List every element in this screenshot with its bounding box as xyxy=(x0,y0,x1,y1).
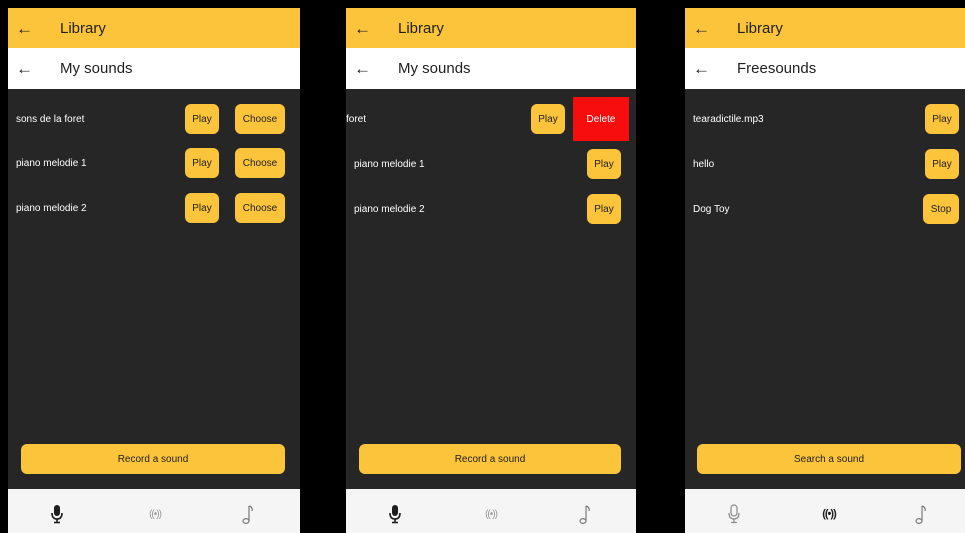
back-arrow-icon[interactable]: ← xyxy=(16,20,33,37)
choose-button[interactable]: Choose xyxy=(235,148,285,178)
sound-name: piano melodie 2 xyxy=(354,203,425,215)
music-note-icon xyxy=(579,505,590,525)
nav-waves[interactable]: ((•)) xyxy=(814,503,844,525)
play-button[interactable]: Play xyxy=(531,104,565,134)
header-title: Library xyxy=(737,19,783,37)
search-sound-button[interactable]: Search a sound xyxy=(697,444,961,474)
sound-name: piano melodie 1 xyxy=(16,157,87,169)
screen-my-sounds-swipe: ← Library ← My sounds foret Play Delete … xyxy=(346,8,636,533)
broadcast-icon: ((•)) xyxy=(149,508,162,520)
back-arrow-icon[interactable]: ← xyxy=(354,20,371,37)
library-header: ← Library xyxy=(8,8,300,48)
list-item: piano melodie 1 Play Choose xyxy=(8,148,300,178)
list-item: sons de la foret Play Choose xyxy=(8,104,300,134)
back-arrow-icon[interactable]: ← xyxy=(693,60,710,77)
subheader-title: My sounds xyxy=(60,60,133,77)
list-item: piano melodie 2 Play xyxy=(346,194,636,224)
list-item: tearadictile.mp3 Play xyxy=(685,104,965,134)
microphone-icon xyxy=(728,504,740,524)
subheader-title: Freesounds xyxy=(737,60,817,77)
header-title: Library xyxy=(398,19,444,37)
screen-my-sounds: ← Library ← My sounds sons de la foret P… xyxy=(8,8,300,533)
play-button[interactable]: Play xyxy=(185,148,219,178)
back-arrow-icon[interactable]: ← xyxy=(354,60,371,77)
delete-button[interactable]: Delete xyxy=(573,97,629,141)
bottom-navigation: ((•)) xyxy=(346,489,636,533)
stop-button[interactable]: Stop xyxy=(923,194,959,224)
subheader-title: My sounds xyxy=(398,60,471,77)
sub-header: ← My sounds xyxy=(8,48,300,89)
play-button[interactable]: Play xyxy=(587,194,621,224)
play-button[interactable]: Play xyxy=(925,149,959,179)
back-arrow-icon[interactable]: ← xyxy=(693,20,710,37)
list-item: hello Play xyxy=(685,149,965,179)
microphone-icon xyxy=(389,505,401,524)
music-note-icon xyxy=(915,505,926,525)
broadcast-icon: ((•)) xyxy=(485,508,498,520)
list-item: piano melodie 1 Play xyxy=(346,149,636,179)
record-sound-button[interactable]: Record a sound xyxy=(359,444,621,474)
record-sound-button[interactable]: Record a sound xyxy=(21,444,285,474)
nav-music[interactable] xyxy=(574,503,596,525)
list-item: Dog Toy Stop xyxy=(685,194,965,224)
header-title: Library xyxy=(60,19,106,37)
sound-name: Dog Toy xyxy=(693,203,730,215)
nav-microphone[interactable] xyxy=(723,503,745,525)
music-note-icon xyxy=(242,505,253,525)
nav-microphone[interactable] xyxy=(46,503,68,525)
list-item-swiped[interactable]: foret Play Delete xyxy=(346,97,636,141)
sound-name: foret xyxy=(346,113,367,125)
sound-name: tearadictile.mp3 xyxy=(693,113,764,125)
nav-microphone[interactable] xyxy=(384,503,406,525)
list-item: piano melodie 2 Play Choose xyxy=(8,193,300,223)
sound-name: piano melodie 2 xyxy=(16,202,87,214)
back-arrow-icon[interactable]: ← xyxy=(16,60,33,77)
sub-header: ← Freesounds xyxy=(685,48,965,89)
sound-name: hello xyxy=(693,158,715,170)
library-header: ← Library xyxy=(685,8,965,48)
library-header: ← Library xyxy=(346,8,636,48)
sound-name: sons de la foret xyxy=(16,113,85,125)
choose-button[interactable]: Choose xyxy=(235,193,285,223)
nav-waves[interactable]: ((•)) xyxy=(476,503,506,525)
play-button[interactable]: Play xyxy=(185,193,219,223)
bottom-navigation: ((•)) xyxy=(685,489,965,533)
choose-button[interactable]: Choose xyxy=(235,104,285,134)
microphone-icon xyxy=(51,505,63,524)
nav-music[interactable] xyxy=(910,503,932,525)
screen-freesounds: ← Library ← Freesounds tearadictile.mp3 … xyxy=(685,8,965,533)
play-button[interactable]: Play xyxy=(185,104,219,134)
nav-waves[interactable]: ((•)) xyxy=(140,503,170,525)
play-button[interactable]: Play xyxy=(925,104,959,134)
broadcast-icon: ((•)) xyxy=(822,508,836,520)
sub-header: ← My sounds xyxy=(346,48,636,89)
nav-music[interactable] xyxy=(237,503,259,525)
bottom-navigation: ((•)) xyxy=(8,489,300,533)
sound-name: piano melodie 1 xyxy=(354,158,425,170)
play-button[interactable]: Play xyxy=(587,149,621,179)
